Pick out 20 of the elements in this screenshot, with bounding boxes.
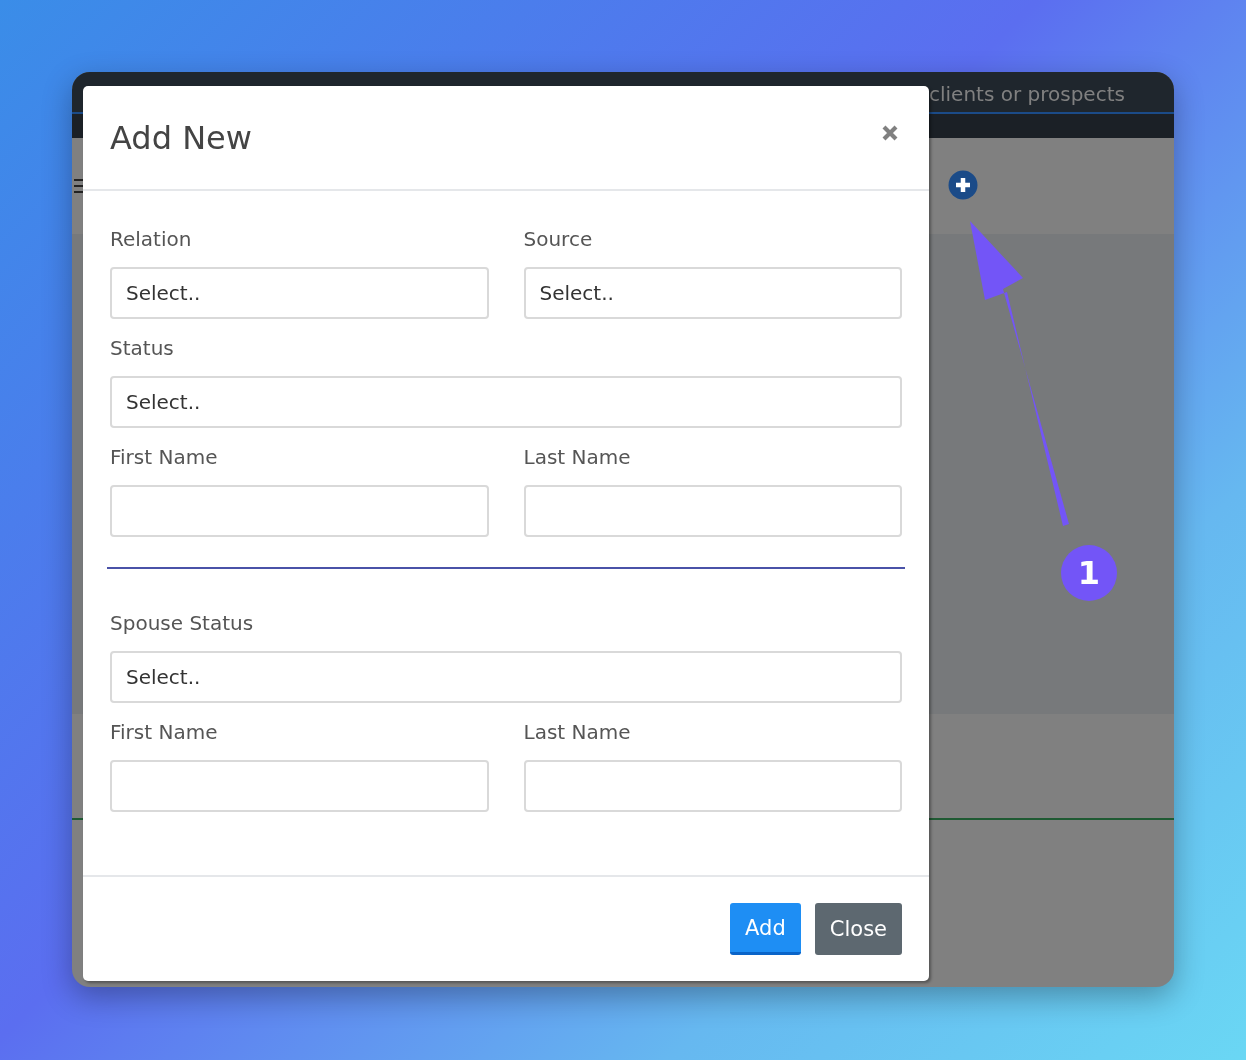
text-field[interactable] [110, 485, 489, 537]
close-button[interactable]: Close [814, 903, 902, 955]
field-label: Status [110, 336, 175, 360]
field-label: Spouse Status [110, 611, 255, 635]
field-label: Relation [110, 227, 193, 251]
field-label: First Name [110, 445, 219, 469]
select-field[interactable]: Select.. [110, 376, 902, 428]
add-icon[interactable] [948, 169, 978, 200]
field-label: Last Name [523, 445, 632, 469]
select-field[interactable]: Select.. [110, 267, 489, 319]
dialog-title: Add New [110, 118, 252, 157]
field-label: Last Name [523, 720, 632, 744]
close-icon[interactable] [881, 123, 899, 142]
text-field[interactable] [110, 760, 489, 812]
text-field[interactable] [523, 485, 902, 537]
select-field[interactable]: Select.. [110, 651, 902, 703]
select-field[interactable]: Select.. [523, 267, 902, 319]
field-label: First Name [110, 720, 219, 744]
field-label: Source [523, 227, 594, 251]
text-field[interactable] [523, 760, 902, 812]
